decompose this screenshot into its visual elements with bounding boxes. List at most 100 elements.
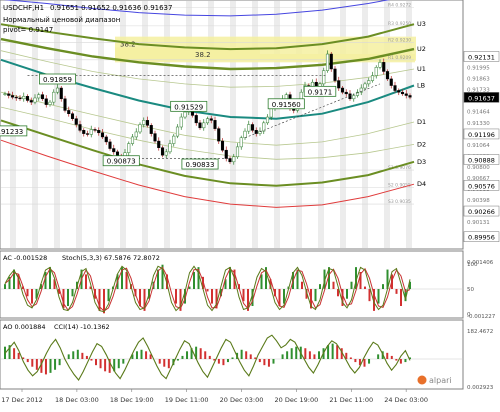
candle-body <box>374 67 378 76</box>
candle-body <box>25 96 30 101</box>
time-axis-label: 17 Dec 2012 <box>1 396 43 404</box>
range-title: Нормальный ценовой диапазон <box>3 16 120 24</box>
candle-body <box>363 83 367 89</box>
band-label-lb: LB <box>417 82 425 90</box>
price-label: 0.91529 <box>174 103 203 111</box>
pivot-level-label: R1 0.9209 <box>388 55 411 61</box>
price-label: 0.91859 <box>43 76 72 84</box>
ao-axis-tick: 0.002923 <box>467 385 494 391</box>
candle-body <box>198 122 202 129</box>
price-axis-label: 0.92131 <box>468 53 495 61</box>
price-label: 0.90873 <box>107 158 136 166</box>
candle-body <box>22 96 26 100</box>
price-axis-label: 0.90576 <box>468 182 495 190</box>
ao-label: AO 0.001884 <box>3 323 46 331</box>
candle-body <box>164 151 168 156</box>
candle-body <box>48 101 52 105</box>
price-axis-tick: 0.91064 <box>467 143 490 149</box>
right-price-axis: 0.921310.919950.918630.917330.915990.914… <box>463 51 500 242</box>
ac-axis-tick: -0.001227 <box>467 314 496 320</box>
candle-body <box>10 95 15 98</box>
time-axis-label: 21 Dec 11:00 <box>329 396 373 404</box>
candle-body <box>134 131 138 138</box>
candle-body <box>404 93 408 96</box>
candle-body <box>352 95 356 100</box>
ohlc-readout: 0.91651 0.91652 0.91636 0.91637 <box>50 4 172 12</box>
candle-body <box>269 108 273 118</box>
price-axis-tick: 0.91330 <box>467 121 490 127</box>
price-label: 0.91233 <box>0 128 23 136</box>
time-axis-label: 24 Dec 03:00 <box>384 396 428 404</box>
candle-body <box>325 53 330 71</box>
pivot-level-label: S3 0.9035 <box>388 199 411 205</box>
candle-body <box>67 110 71 114</box>
session-stripe <box>54 1 60 248</box>
candle-body <box>3 93 7 95</box>
fib-label: 38.2 <box>195 51 211 59</box>
candle-body <box>172 135 176 144</box>
price-label: 0.91560 <box>272 101 301 109</box>
candle-body <box>130 136 135 144</box>
time-axis: 17 Dec 2012 18 Dec 03:00 18 Dec 19:00 19 De… <box>1 389 428 404</box>
chart-stage: R4 0.9272 R3 0.9250 R2 0.9230 R1 0.9209 S1 0… <box>0 0 500 408</box>
candle-body <box>389 78 393 86</box>
candle-body <box>100 132 105 138</box>
ac-axis-tick: 100 <box>467 262 478 268</box>
band-label-u1: U1 <box>417 65 426 73</box>
ac-axis-tick: 50 <box>467 287 474 293</box>
candle-body <box>265 116 270 124</box>
candle-body <box>235 146 240 158</box>
candle-body <box>333 68 337 81</box>
candle-body <box>82 130 86 134</box>
candle-body <box>85 133 90 135</box>
band-label-u2: U2 <box>417 45 426 53</box>
ac-label: AC -0.001528 <box>3 254 47 262</box>
candle-body <box>232 156 236 163</box>
price-axis-label: 0.91637 <box>468 94 495 102</box>
candle-body <box>112 148 116 153</box>
candle-body <box>239 137 243 148</box>
candle-body <box>104 136 108 143</box>
candle-body <box>179 116 183 128</box>
candle-body <box>37 94 41 99</box>
candle-body <box>217 128 221 142</box>
candle-body <box>70 113 75 119</box>
candle-body <box>228 158 232 163</box>
candle-body <box>220 140 225 151</box>
band-label-d3: D3 <box>417 158 426 166</box>
candle-body <box>78 124 82 131</box>
candle-body <box>329 53 333 70</box>
pivot-level-label: R2 0.9230 <box>388 37 411 43</box>
price-label: 0.90833 <box>186 161 215 169</box>
candle-body <box>194 115 198 124</box>
candle-body <box>44 98 48 105</box>
candle-body <box>97 130 101 134</box>
session-stripe <box>98 1 104 248</box>
candle-body <box>250 124 255 131</box>
trading-chart: R4 0.9272R3 0.9250R2 0.9230R1 0.9209S1 0… <box>0 0 500 404</box>
price-axis-tick: 0.91464 <box>467 110 490 116</box>
time-axis-label: 20 Dec 19:00 <box>275 396 319 404</box>
candle-body <box>205 118 210 124</box>
time-axis-label: 18 Dec 19:00 <box>110 396 154 404</box>
pivot-level-label: R4 0.9272 <box>388 3 411 9</box>
time-axis-label: 20 Dec 03:00 <box>220 396 264 404</box>
stoch-label: Stoch(5,3,3) 67.5876 72.8072 <box>62 254 160 262</box>
price-axis-tick: 0.90131 <box>467 220 490 226</box>
candle-body <box>247 124 251 132</box>
candle-body <box>149 125 153 134</box>
candle-body <box>63 98 67 111</box>
candle-body <box>55 87 60 93</box>
time-axis-label: 18 Dec 03:00 <box>55 396 99 404</box>
candle-body <box>7 93 11 96</box>
price-axis-tick: 0.91863 <box>467 77 490 83</box>
candle-body <box>40 94 45 100</box>
price-axis-label: 0.90266 <box>468 208 495 216</box>
candle-body <box>202 122 206 129</box>
candle-body <box>138 124 142 133</box>
price-axis-label: 0.89956 <box>468 234 495 242</box>
candle-body <box>33 97 37 103</box>
candle-body <box>367 80 371 85</box>
candle-body <box>108 141 112 149</box>
candle-body <box>89 129 93 135</box>
